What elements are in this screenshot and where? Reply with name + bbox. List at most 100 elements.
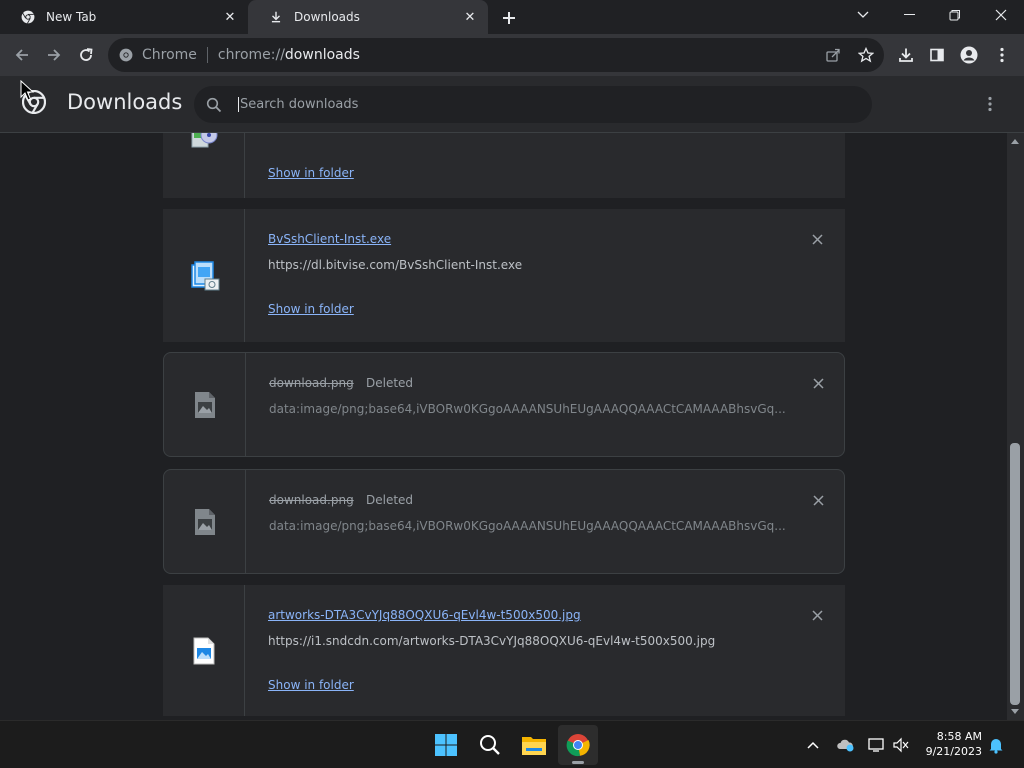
plus-icon: [503, 12, 515, 24]
jpg-file-icon: [193, 637, 214, 664]
minimize-button[interactable]: [886, 0, 932, 30]
close-tab-icon[interactable]: ✕: [220, 7, 240, 27]
file-name-link[interactable]: artworks-DTA3CvYJq88OQXU6-qEvl4w-t500x50…: [268, 608, 581, 622]
download-icon: [268, 9, 284, 25]
search-icon: [206, 96, 224, 114]
page-scrollbar[interactable]: [1007, 133, 1024, 720]
remove-from-list-button[interactable]: [808, 373, 828, 393]
tab-downloads[interactable]: Downloads ✕: [248, 0, 488, 34]
file-name-link[interactable]: BvSshClient-Inst.exe: [268, 232, 391, 246]
mouse-cursor-icon: [20, 80, 34, 101]
tab-search-button[interactable]: [840, 0, 886, 30]
installer-disc-icon: [191, 133, 217, 147]
source-url: data:image/png;base64,iVBORw0KGgoAAAANSU…: [269, 519, 786, 533]
kebab-menu-icon: [1000, 47, 1004, 63]
chrome-icon: [20, 9, 36, 25]
remove-from-list-button[interactable]: [807, 605, 827, 625]
chrome-menu-button[interactable]: [989, 42, 1015, 68]
system-clock[interactable]: 8:58 AM 9/21/2023: [920, 729, 982, 759]
chevron-up-icon: [807, 741, 819, 749]
scroll-up-arrow[interactable]: [1011, 139, 1019, 144]
downloads-list[interactable]: Show in folder BvSshClient-Inst.exe http…: [0, 133, 1007, 720]
close-icon: [811, 233, 823, 245]
tab-new-tab[interactable]: New Tab ✕: [0, 0, 248, 34]
search-box[interactable]: [194, 86, 872, 123]
file-icon-column: [163, 209, 245, 342]
taskbar-search-button[interactable]: [470, 725, 510, 765]
download-item: download.png Deleted data:image/png;base…: [163, 469, 845, 574]
divider: [206, 47, 208, 63]
status-deleted: Deleted: [366, 493, 414, 507]
source-url: https://i1.sndcdn.com/artworks-DTA3CvYJq…: [268, 634, 716, 648]
file-name: download.png: [269, 493, 354, 507]
back-button[interactable]: [9, 42, 35, 68]
close-icon: [811, 609, 823, 621]
new-tab-button[interactable]: [498, 7, 520, 29]
cloud-icon: [837, 739, 854, 752]
tab-strip: New Tab ✕ Downloads ✕: [0, 0, 1024, 34]
network-tray-icon[interactable]: [866, 733, 888, 757]
reload-button[interactable]: [73, 42, 99, 68]
page-title: Downloads: [67, 90, 183, 114]
chrome-icon: [118, 47, 134, 63]
close-icon: [812, 377, 824, 389]
start-button[interactable]: [426, 725, 466, 765]
kebab-menu-icon: [988, 96, 992, 112]
bell-icon: [989, 738, 1003, 754]
remove-from-list-button[interactable]: [808, 490, 828, 510]
search-input[interactable]: [238, 97, 840, 112]
show-in-folder-link[interactable]: Show in folder: [268, 302, 354, 316]
close-icon: [995, 9, 1007, 21]
windows-logo-icon: [435, 734, 457, 756]
side-panel-button[interactable]: [924, 42, 950, 68]
download-item: download.png Deleted data:image/png;base…: [163, 352, 845, 457]
download-item: BvSshClient-Inst.exe https://dl.bitvise.…: [163, 209, 845, 342]
notifications-button[interactable]: [985, 733, 1007, 757]
origin-chip: Chrome: [142, 47, 197, 63]
taskbar: 8:58 AM 9/21/2023: [0, 720, 1024, 768]
profile-button[interactable]: [956, 42, 982, 68]
onedrive-tray-icon[interactable]: [834, 733, 856, 757]
arrow-left-icon: [15, 49, 28, 61]
star-icon: [858, 47, 874, 63]
downloads-menu-button[interactable]: [980, 92, 1000, 116]
download-item: artworks-DTA3CvYJq88OQXU6-qEvl4w-t500x50…: [163, 585, 845, 716]
downloads-header: Downloads: [0, 76, 1024, 133]
scrollbar-thumb[interactable]: [1010, 443, 1020, 705]
reload-icon: [80, 48, 93, 61]
share-icon: [826, 48, 840, 62]
installer-icon: [190, 260, 219, 290]
image-file-icon: [194, 508, 215, 535]
image-file-icon: [194, 391, 215, 418]
file-icon-column: [164, 470, 246, 573]
download-item: Show in folder: [163, 133, 845, 198]
show-hidden-icons-button[interactable]: [802, 733, 824, 757]
speaker-muted-icon: [893, 737, 909, 753]
share-button[interactable]: [820, 42, 846, 68]
folder-icon: [522, 737, 546, 755]
close-icon: [812, 494, 824, 506]
side-panel-icon: [930, 48, 944, 62]
url-host: downloads: [284, 47, 360, 63]
network-icon: [868, 738, 884, 752]
downloads-button[interactable]: [893, 42, 919, 68]
source-url: data:image/png;base64,iVBORw0KGgoAAAANSU…: [269, 402, 786, 416]
forward-button[interactable]: [41, 42, 67, 68]
scroll-down-arrow[interactable]: [1011, 709, 1019, 714]
avatar-icon: [960, 46, 978, 64]
browser-toolbar: Chrome chrome://downloads: [0, 34, 1024, 76]
file-explorer-button[interactable]: [514, 725, 554, 765]
remove-from-list-button[interactable]: [807, 229, 827, 249]
address-bar[interactable]: Chrome chrome://downloads: [108, 38, 884, 72]
show-in-folder-link[interactable]: Show in folder: [268, 678, 354, 692]
show-in-folder-link[interactable]: Show in folder: [268, 166, 354, 180]
close-tab-icon[interactable]: ✕: [460, 7, 480, 27]
close-window-button[interactable]: [978, 0, 1024, 30]
bookmark-button[interactable]: [853, 42, 879, 68]
tab-label: Downloads: [294, 10, 360, 24]
chrome-taskbar-button[interactable]: [558, 725, 598, 765]
status-deleted: Deleted: [366, 376, 414, 390]
volume-tray-icon[interactable]: [890, 733, 912, 757]
arrow-right-icon: [48, 49, 61, 61]
restore-button[interactable]: [932, 0, 978, 30]
